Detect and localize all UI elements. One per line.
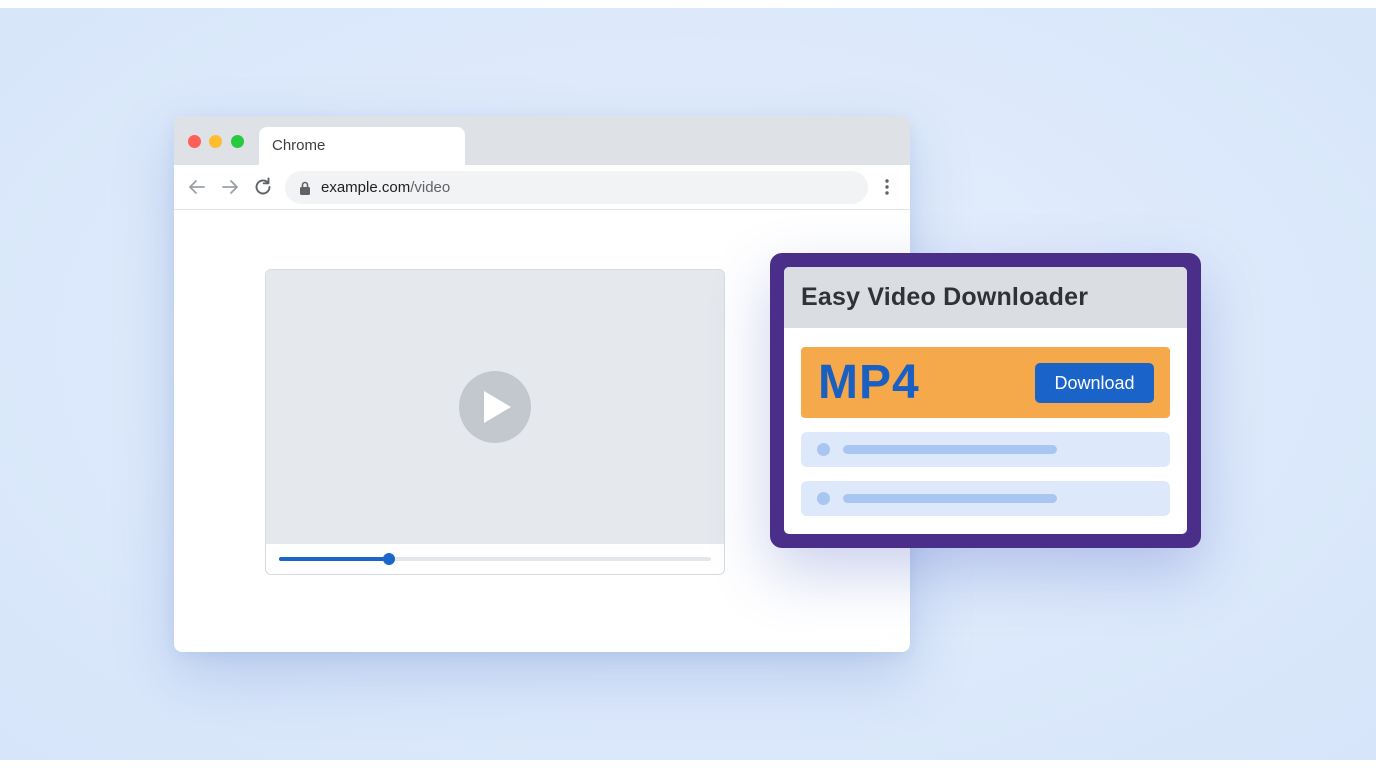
extension-title: Easy Video Downloader <box>801 283 1089 311</box>
extension-popup: Easy Video Downloader MP4 Download <box>770 253 1201 548</box>
extension-panel: Easy Video Downloader MP4 Download <box>784 267 1187 534</box>
list-item[interactable] <box>801 481 1170 516</box>
progress-fill <box>279 557 390 561</box>
url-text: example.com/video <box>321 179 450 196</box>
reload-icon[interactable] <box>252 176 274 198</box>
play-icon <box>484 391 511 423</box>
list-item-dot <box>817 443 830 456</box>
list-item-dot <box>817 492 830 505</box>
video-area[interactable] <box>266 270 724 544</box>
address-bar[interactable]: example.com/video <box>285 171 868 204</box>
kebab-menu-icon[interactable] <box>878 177 896 197</box>
play-button[interactable] <box>459 371 531 443</box>
browser-toolbar: example.com/video <box>174 165 910 210</box>
download-button[interactable]: Download <box>1035 363 1154 403</box>
url-path: /video <box>410 179 451 196</box>
forward-arrow-icon[interactable] <box>219 176 241 198</box>
close-window-button[interactable] <box>188 135 201 148</box>
lock-icon <box>300 181 310 195</box>
extension-header: Easy Video Downloader <box>784 267 1187 328</box>
video-player <box>265 269 725 575</box>
progress-bar[interactable] <box>279 553 711 565</box>
maximize-window-button[interactable] <box>231 135 244 148</box>
format-label: MP4 <box>818 356 920 409</box>
url-host: example.com <box>321 179 411 196</box>
back-arrow-icon[interactable] <box>186 176 208 198</box>
progress-thumb[interactable] <box>383 553 396 565</box>
tab-strip: Chrome <box>174 116 910 165</box>
list-item-placeholder <box>843 494 1057 503</box>
minimize-window-button[interactable] <box>209 135 222 148</box>
format-row: MP4 Download <box>801 347 1170 418</box>
list-item[interactable] <box>801 432 1170 467</box>
tab-label: Chrome <box>272 137 326 154</box>
list-item-placeholder <box>843 445 1057 454</box>
tab-chrome[interactable]: Chrome <box>259 127 465 165</box>
